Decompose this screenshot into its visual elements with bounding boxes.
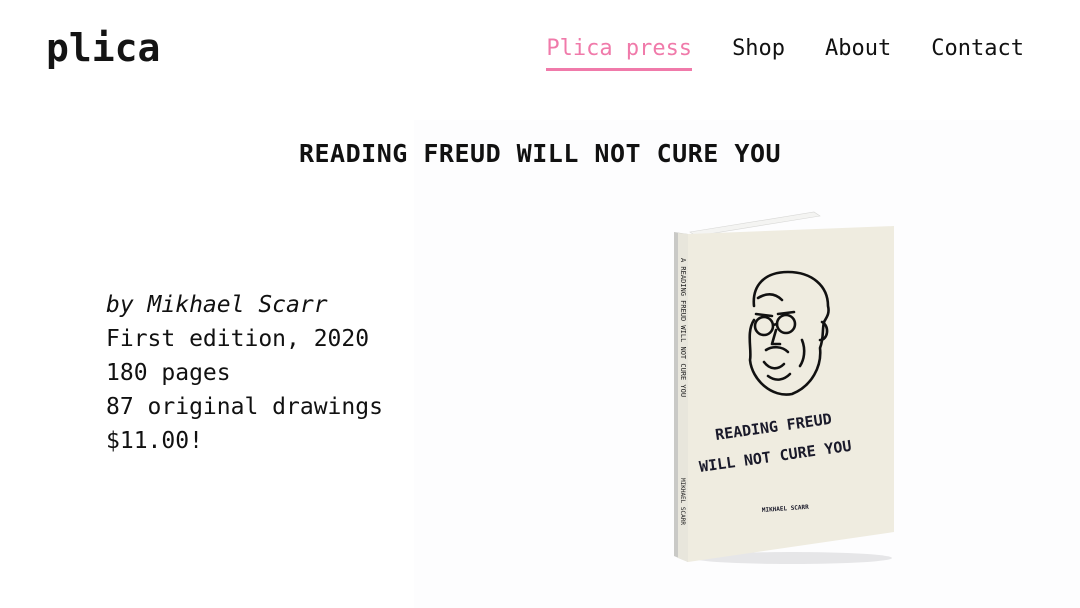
- spine-title: A READING FREUD WILL NOT CURE YOU: [679, 258, 687, 397]
- site-logo[interactable]: plica: [46, 26, 160, 70]
- book-details: by Mikhael Scarr First edition, 2020 180…: [106, 288, 383, 458]
- book-edition: First edition, 2020: [106, 326, 370, 352]
- book-drawings: 87 original drawings: [106, 394, 383, 420]
- book-cover-image: A READING FREUD WILL NOT CURE YOU MIKHAE…: [674, 211, 894, 564]
- nav-item-about[interactable]: About: [825, 36, 891, 69]
- page: plica Plica press Shop About Contact REA…: [0, 0, 1080, 608]
- nav-item-plica-press[interactable]: Plica press: [546, 36, 692, 71]
- book-pages: 180 pages: [106, 360, 231, 386]
- book-price: $11.00!: [106, 428, 203, 454]
- book-title: READING FREUD WILL NOT CURE YOU: [298, 138, 782, 168]
- nav-item-contact[interactable]: Contact: [931, 36, 1024, 69]
- nav-item-shop[interactable]: Shop: [732, 36, 785, 69]
- book-author: by Mikhael Scarr: [106, 292, 328, 318]
- main-nav: Plica press Shop About Contact: [506, 36, 1024, 71]
- spine-author: MIKHAEL SCARR: [679, 478, 686, 525]
